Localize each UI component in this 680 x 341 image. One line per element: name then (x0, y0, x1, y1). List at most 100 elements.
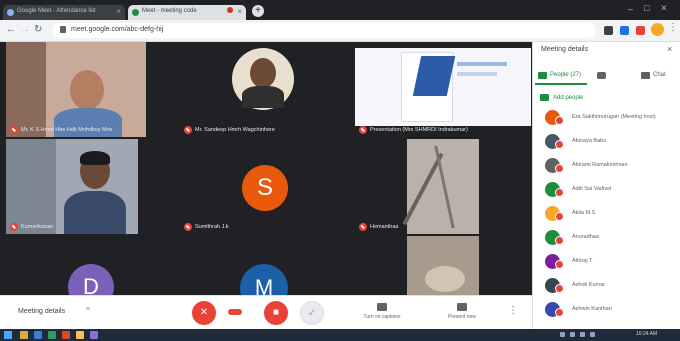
tab-close-icon[interactable]: × (116, 7, 121, 16)
tray-icon[interactable] (560, 332, 565, 337)
participant-name: Ashok Kumar (572, 282, 606, 288)
participant-list-item[interactable]: Ashwin Kanthan (545, 300, 679, 320)
mic-off-icon (184, 125, 192, 134)
participant-name: Anuradhaa (572, 234, 599, 240)
participant-list-item[interactable]: Abirami Ramakrishnan (545, 156, 679, 176)
mic-off-icon (555, 308, 564, 317)
add-people-button[interactable]: Add people (540, 94, 583, 101)
mic-off-icon (555, 140, 564, 149)
participant-name: Presentation (Mrs SHMRDI Indrakumar) (370, 126, 468, 133)
participant-list-item[interactable]: Abinaya Babu (545, 132, 679, 152)
mic-off-icon (555, 116, 564, 125)
tab-favicon (7, 9, 14, 16)
extension-icon[interactable] (604, 26, 613, 35)
participant-name: Hemanthaa (370, 223, 399, 230)
forward-button[interactable]: → (20, 24, 30, 35)
add-people-label: Add people (553, 94, 584, 101)
present-now-button[interactable]: Present now (432, 303, 492, 320)
slide-line (457, 62, 507, 66)
mic-off-icon: ✕ (199, 307, 209, 318)
maximize-button[interactable]: □ (644, 3, 649, 13)
captions-button[interactable]: Turn on captions (352, 303, 412, 320)
participant-tile-9[interactable] (355, 236, 531, 295)
clock: 10:24 AM (636, 331, 658, 337)
participant-tile-6[interactable]: Hemanthaa (355, 139, 531, 234)
mic-toggle-button[interactable]: ✕ (192, 301, 216, 325)
tray-icon[interactable] (570, 332, 575, 337)
profile-avatar[interactable] (651, 23, 664, 36)
taskbar-app-icon[interactable] (62, 331, 70, 339)
tray-icon[interactable] (580, 332, 585, 337)
tab-label: Chat (653, 72, 666, 78)
participant-list-item[interactable]: Athiraj T (545, 252, 679, 272)
participant-avatar: D (68, 264, 114, 295)
participant-list-item[interactable]: Anuradhaa (545, 228, 679, 248)
extension-icon[interactable] (620, 26, 629, 35)
tab-people[interactable]: People (27) (538, 68, 581, 82)
participant-tile-1[interactable]: Mr. K S Hmm Hbe Hdk Mnhdkoy Mnx (6, 42, 146, 137)
participant-name: Abinaya Babu (572, 138, 607, 144)
new-tab-button[interactable]: + (252, 5, 264, 17)
participant-name: Mr. K S Hmm Hbe Hdk Mnhdkoy Mnx (21, 126, 113, 133)
captions-label: Turn on captions (363, 314, 401, 320)
participant-list-item[interactable]: Era Sakthimurugan (Meeting host) (545, 108, 679, 128)
windows-start-icon[interactable] (4, 331, 12, 339)
close-icon[interactable]: × (667, 44, 672, 54)
participant-body (242, 86, 284, 108)
participant-tile-8[interactable]: M (180, 236, 352, 295)
browser-menu-icon[interactable]: ⋮ (668, 22, 678, 33)
meet-favicon (132, 9, 139, 16)
more-options-icon[interactable]: ⋮ (508, 305, 518, 316)
url-text: meet.google.com/abc-defg-hij (71, 26, 164, 33)
mic-off-icon (555, 164, 564, 173)
browser-titlebar: Google Meet - Attendance list × Meet - m… (0, 0, 680, 20)
close-window-button[interactable]: × (661, 3, 667, 14)
chrome-icon[interactable] (76, 331, 84, 339)
back-button[interactable]: ← (6, 24, 16, 35)
camera-toggle-button[interactable]: ■ (264, 301, 288, 325)
browser-tab-1[interactable]: Google Meet - Attendance list × (3, 5, 125, 20)
address-bar[interactable]: meet.google.com/abc-defg-hij ☆ (52, 23, 644, 38)
extension-icon[interactable] (636, 26, 645, 35)
taskbar-app-icon[interactable] (90, 331, 98, 339)
reload-button[interactable]: ↻ (34, 24, 42, 35)
tab-chat[interactable] (597, 68, 609, 82)
tab-close-icon[interactable]: × (237, 7, 242, 16)
file-explorer-icon[interactable] (20, 331, 28, 339)
mic-off-icon (359, 222, 367, 231)
minimize-button[interactable]: – (628, 4, 633, 14)
participant-list-item[interactable]: Aditi Sai Vadivel (545, 180, 679, 200)
tab-chat-2[interactable]: Chat (641, 68, 666, 82)
tray-icon[interactable] (590, 332, 595, 337)
participant-name-label: Mr. Sandeep Hmrh Wagchinhere (184, 125, 275, 134)
chevron-up-icon[interactable]: ^ (86, 306, 90, 315)
participant-tile-4[interactable]: Kumarikanan (6, 139, 138, 234)
recording-indicator-icon (227, 7, 233, 13)
participant-head (250, 58, 276, 88)
captions-icon (377, 303, 387, 311)
participant-tile-7[interactable]: D (6, 236, 178, 295)
participant-name: Abirami Ramakrishnan (572, 162, 628, 168)
os-taskbar: 10:24 AM (0, 329, 680, 341)
video-background (6, 42, 46, 137)
participant-hair (80, 151, 110, 165)
taskbar-app-icon[interactable] (34, 331, 42, 339)
meeting-details-button[interactable]: Meeting details (18, 308, 65, 315)
taskbar-app-icon[interactable] (48, 331, 56, 339)
panel-title: Meeting details (541, 46, 589, 53)
participant-name: Athiraj T (572, 258, 593, 264)
participant-tile-2[interactable]: Mr. Sandeep Hmrh Wagchinhere (180, 42, 352, 137)
add-person-icon (540, 94, 549, 101)
tab-title: Meet - meeting code (142, 8, 197, 14)
participant-list-item[interactable]: Akila M.S (545, 204, 679, 224)
system-tray (560, 332, 630, 338)
raise-hand-button[interactable]: ✓ (300, 301, 324, 325)
presentation-tile[interactable]: Presentation (Mrs SHMRDI Indrakumar) (355, 42, 531, 137)
video-background (6, 139, 56, 234)
participant-list-item[interactable]: Ashok Kumar (545, 276, 679, 296)
tab-title: Google Meet - Attendance list (17, 8, 96, 14)
participant-tile-5[interactable]: S Sumithrah J.k (180, 139, 352, 234)
leave-call-button[interactable] (228, 309, 242, 315)
participant-name: Ashwin Kanthan (572, 306, 612, 312)
participant-name-label: Kumarikanan (10, 222, 53, 231)
